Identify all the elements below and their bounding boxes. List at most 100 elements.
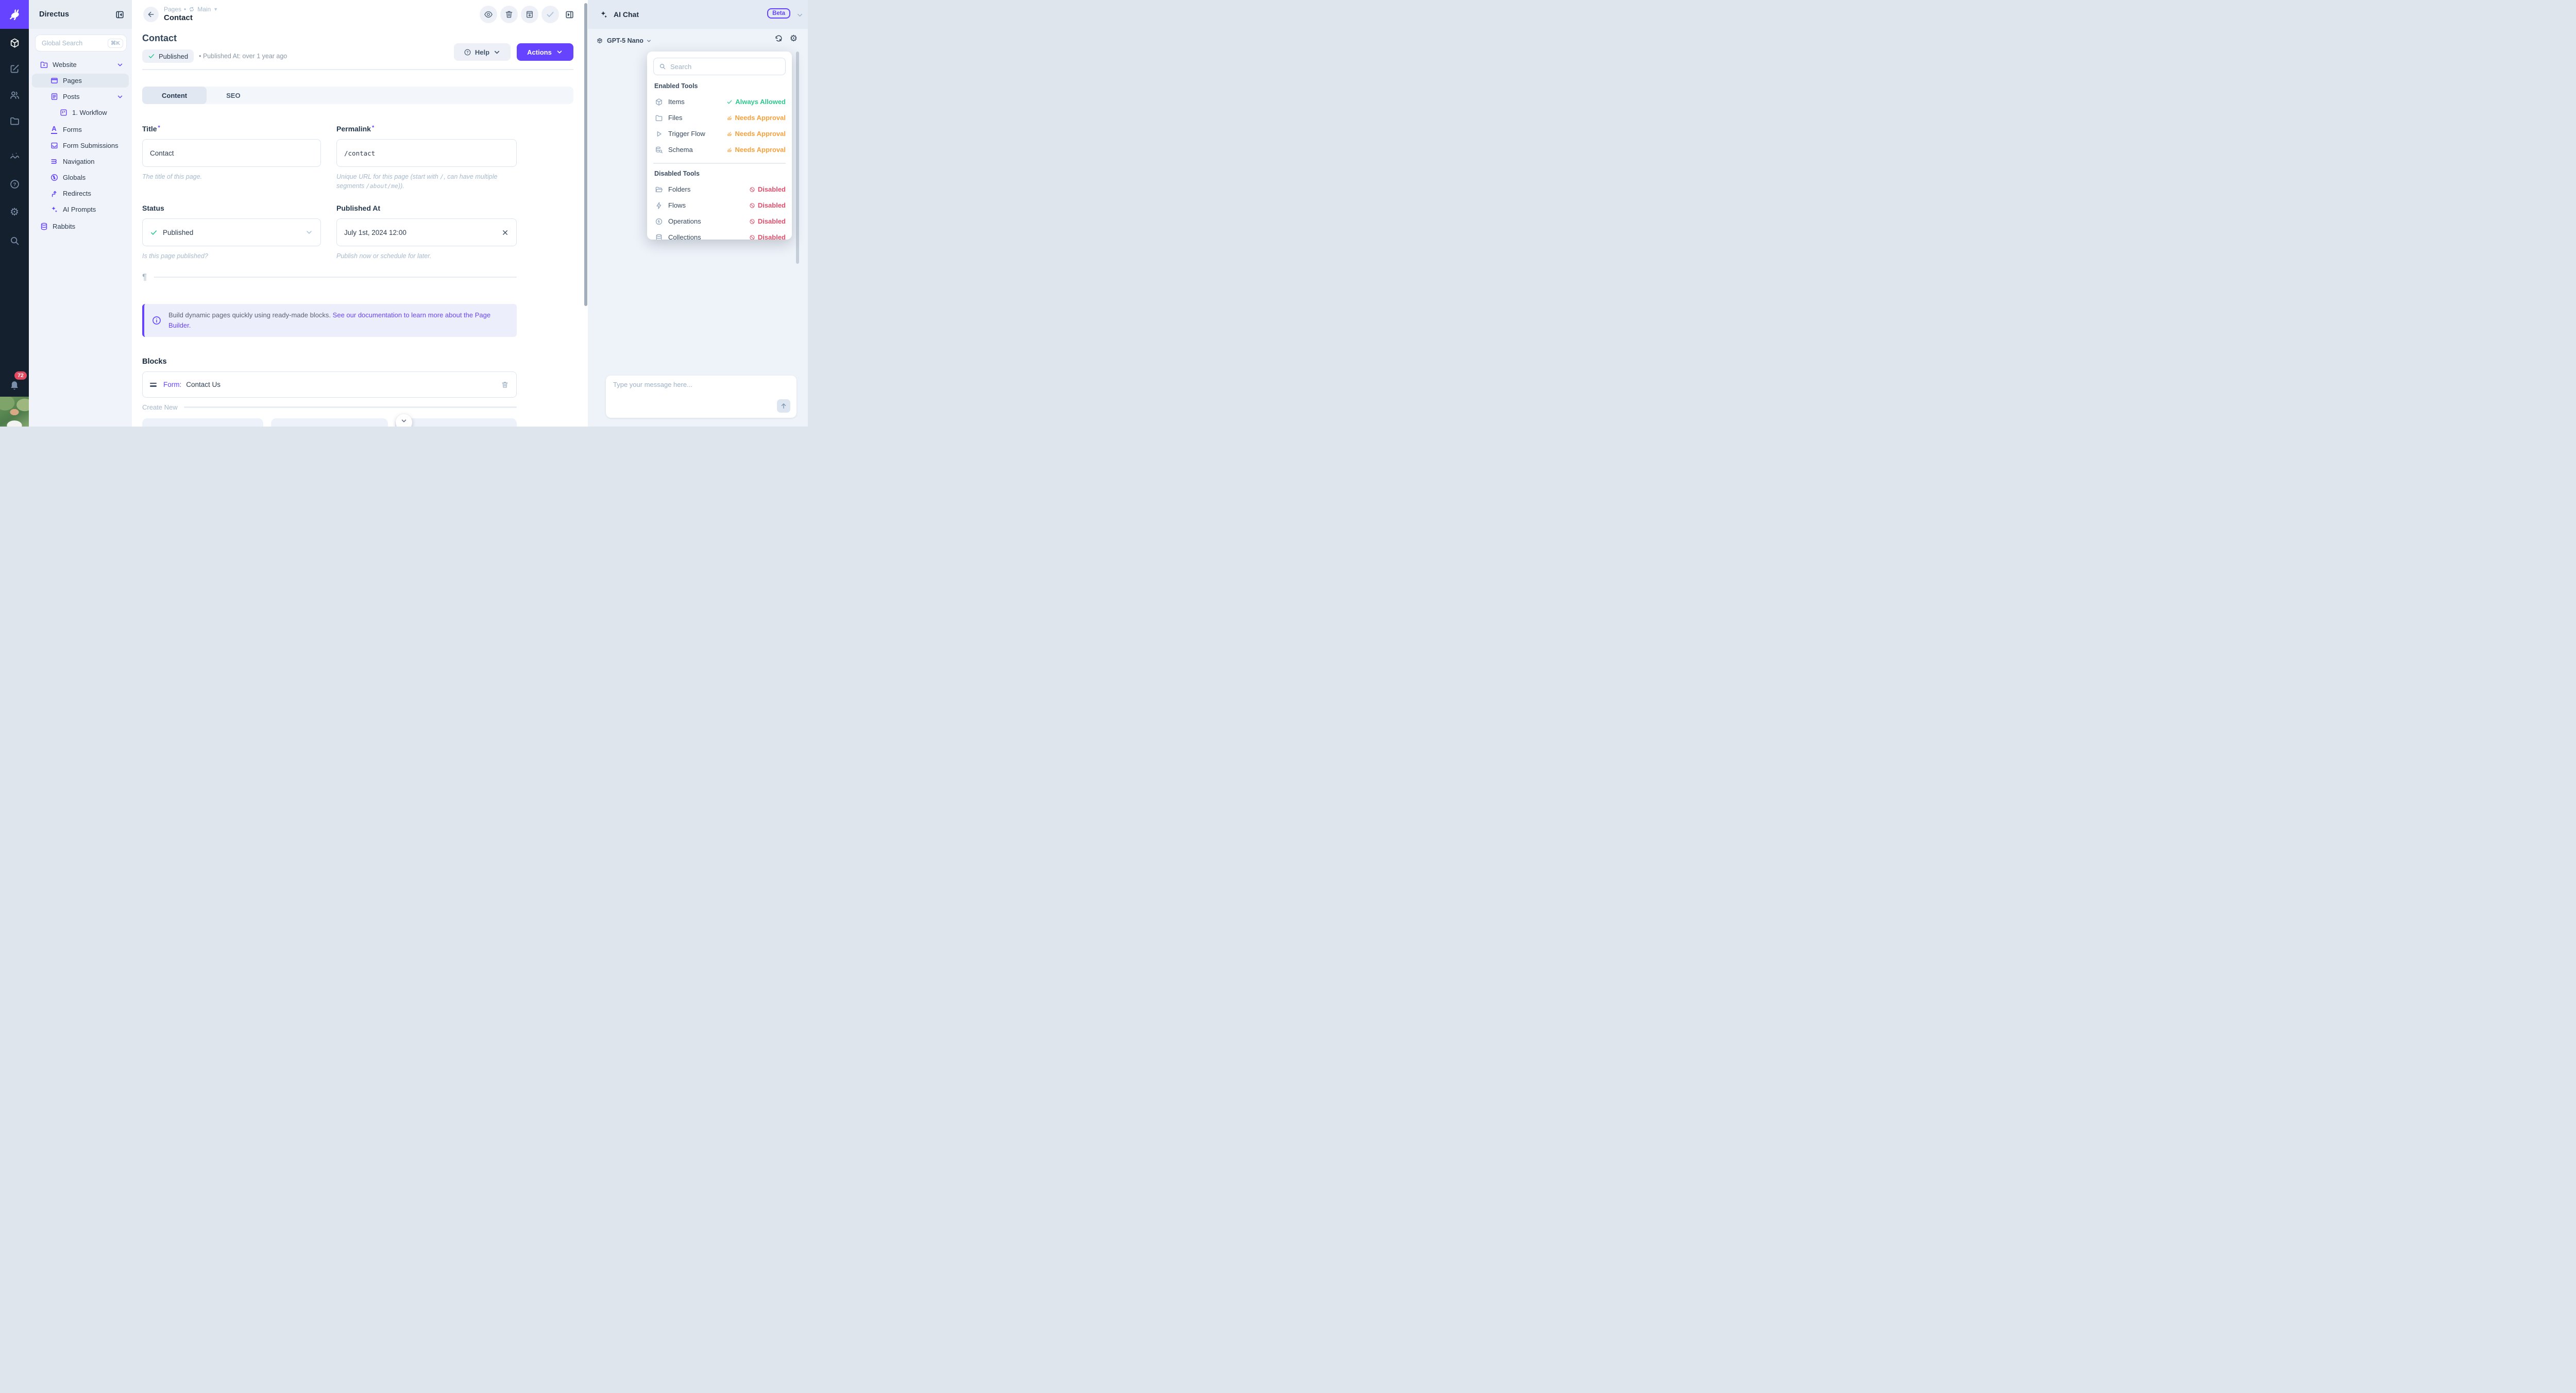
delete-button[interactable] <box>500 6 518 23</box>
sidebar-item-navigation[interactable]: Navigation <box>32 155 129 168</box>
module-users-icon[interactable] <box>0 86 29 104</box>
clear-icon[interactable] <box>501 229 509 236</box>
sidebar-item-rabbits[interactable]: Rabbits <box>32 219 129 233</box>
check-icon <box>726 99 733 105</box>
chevron-down-icon <box>400 417 408 424</box>
title-field-note: The title of this page. <box>142 172 312 181</box>
sidebar-item-posts[interactable]: Posts <box>32 90 129 104</box>
gear-icon: ⚙ <box>790 34 798 43</box>
published-at-input[interactable] <box>344 229 501 236</box>
scrollbar-thumb[interactable] <box>584 3 587 306</box>
clear-history-button[interactable] <box>774 34 783 43</box>
toggle-right-panel-button[interactable] <box>564 9 575 20</box>
create-option-button[interactable] <box>142 418 263 427</box>
preview-button[interactable] <box>480 6 497 23</box>
actions-button[interactable]: Actions <box>517 43 573 61</box>
module-search-icon[interactable] <box>0 232 29 249</box>
tool-row-flows[interactable]: Flows Disabled <box>653 198 786 212</box>
archive-button[interactable] <box>521 6 538 23</box>
lightning-icon <box>655 201 663 210</box>
directus-logo[interactable] <box>0 0 29 29</box>
create-option-button[interactable] <box>271 418 388 427</box>
openai-icon <box>596 37 603 44</box>
block-kind-link[interactable]: Form: <box>163 381 181 388</box>
item-heading: Contact <box>142 33 177 44</box>
module-insights-icon[interactable] <box>0 147 29 165</box>
sidebar-item-website[interactable]: Website <box>32 58 129 72</box>
tool-status: Disabled <box>749 233 786 240</box>
help-button[interactable]: ? Help <box>454 43 511 61</box>
global-search[interactable]: ⌘K <box>35 35 127 52</box>
module-files-icon[interactable] <box>0 112 29 129</box>
breadcrumb[interactable]: Pages • Main ▼ <box>164 6 218 13</box>
disabled-tools-heading: Disabled Tools <box>654 170 700 177</box>
chevron-down-icon[interactable] <box>646 38 652 44</box>
tool-row-trigger-flow[interactable]: Trigger Flow Needs Approval <box>653 127 786 141</box>
chat-settings-button[interactable]: ⚙ <box>790 34 798 43</box>
sidebar-item-redirects[interactable]: Redirects <box>32 186 129 200</box>
chevron-down-icon[interactable] <box>116 93 124 100</box>
back-button[interactable] <box>143 7 159 22</box>
check-icon <box>546 10 555 19</box>
disabled-icon <box>749 218 755 225</box>
user-avatar[interactable] <box>0 397 29 427</box>
model-selector[interactable]: GPT-5 Nano <box>607 37 643 44</box>
remove-block-button[interactable] <box>501 381 509 389</box>
collapse-sidebar-button[interactable] <box>113 8 126 21</box>
module-rail: ? ⚙ 72 <box>0 0 29 427</box>
tool-row-collections[interactable]: Collections Disabled <box>653 230 786 240</box>
global-search-input[interactable] <box>42 40 108 47</box>
module-help-icon[interactable]: ? <box>0 175 29 193</box>
trash-icon <box>501 381 509 389</box>
sidebar-item-form-submissions[interactable]: Form Submissions <box>32 139 129 152</box>
notifications-button[interactable]: 72 <box>0 375 29 396</box>
create-new-label[interactable]: Create New <box>142 403 178 411</box>
chat-input-box[interactable] <box>606 376 796 418</box>
permalink-field[interactable] <box>336 139 517 167</box>
notification-count-badge: 72 <box>14 371 27 380</box>
chat-message-input[interactable] <box>613 381 783 401</box>
chevron-down-icon[interactable] <box>305 228 313 236</box>
version-sync-icon <box>189 6 195 12</box>
tool-row-schema[interactable]: Schema Needs Approval <box>653 143 786 157</box>
main-scrollbar <box>584 0 588 427</box>
divider <box>142 69 573 70</box>
title-input[interactable] <box>150 149 313 157</box>
collapse-chat-button[interactable] <box>796 11 804 19</box>
play-icon <box>655 130 663 138</box>
sidebar-item-globals[interactable]: Globals <box>32 171 129 184</box>
module-settings-icon[interactable]: ⚙ <box>0 203 29 221</box>
save-button[interactable] <box>541 6 559 23</box>
tool-row-operations[interactable]: Operations Disabled <box>653 214 786 228</box>
scroll-down-button[interactable] <box>396 414 412 427</box>
sidebar-item-pages[interactable]: Pages <box>32 74 129 88</box>
sidebar-item-workflow[interactable]: 1. Workflow <box>32 106 129 120</box>
published-at-field[interactable] <box>336 218 517 246</box>
tools-search-input[interactable] <box>670 63 780 71</box>
send-message-button[interactable] <box>777 399 790 413</box>
ai-chat-panel: AI Chat Beta GPT-5 Nano ⚙ Enabled Tools … <box>588 0 808 427</box>
tab-seo[interactable]: SEO <box>207 87 260 104</box>
status-select[interactable]: Published <box>142 218 321 246</box>
module-content-icon[interactable] <box>0 34 29 52</box>
tool-row-folders[interactable]: Folders Disabled <box>653 182 786 196</box>
sidebar-item-ai-prompts[interactable]: AI Prompts <box>32 202 129 216</box>
arrow-up-icon <box>780 402 787 410</box>
tab-content[interactable]: Content <box>142 87 207 104</box>
sidebar-item-forms[interactable]: A Forms <box>32 123 129 137</box>
module-editor-icon[interactable] <box>0 60 29 77</box>
permalink-input[interactable] <box>344 149 509 157</box>
inbox-icon <box>49 141 59 150</box>
create-option-button[interactable] <box>395 418 517 427</box>
tool-row-files[interactable]: Files Needs Approval <box>653 111 786 125</box>
title-field[interactable] <box>142 139 321 167</box>
ai-panel-scrollbar[interactable] <box>796 52 799 264</box>
status-field-label: Status <box>142 204 164 212</box>
breadcrumb-caret-icon[interactable]: ▼ <box>213 7 218 12</box>
drag-handle-icon[interactable] <box>150 383 157 387</box>
gear-icon: ⚙ <box>10 207 19 217</box>
block-row[interactable]: Form: Contact Us <box>142 371 517 398</box>
tools-search[interactable] <box>653 58 786 75</box>
tool-row-items[interactable]: Items Always Allowed <box>653 95 786 109</box>
chevron-down-icon[interactable] <box>116 61 124 69</box>
